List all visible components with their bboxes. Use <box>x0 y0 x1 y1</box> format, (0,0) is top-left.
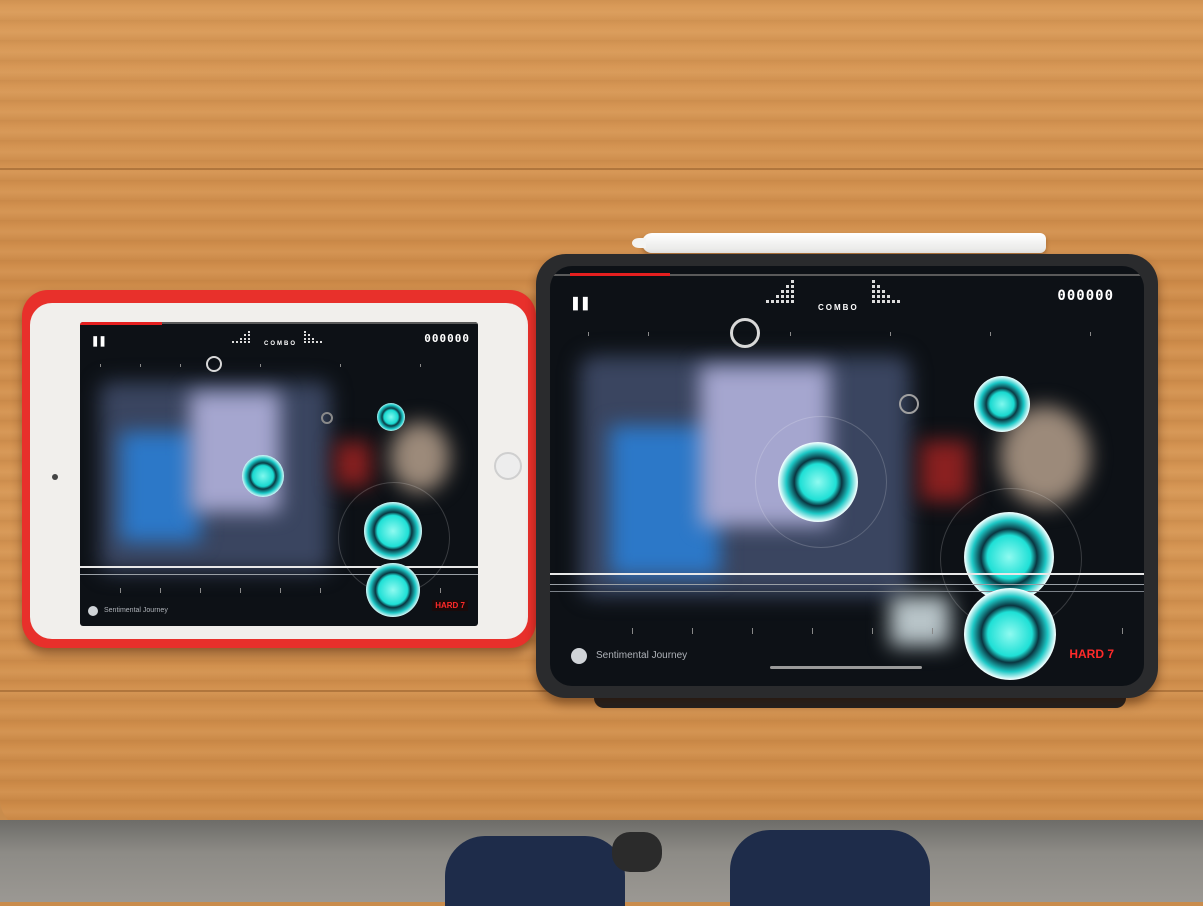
video-background <box>335 442 371 486</box>
beat-tick <box>180 364 181 367</box>
home-button[interactable] <box>494 452 522 480</box>
scan-line <box>550 573 1144 575</box>
beat-tick <box>648 332 649 336</box>
scan-line <box>550 584 1144 585</box>
song-title: Sentimental Journey <box>104 607 168 614</box>
tap-note[interactable] <box>964 588 1056 680</box>
beat-tick <box>588 332 589 336</box>
beat-tick <box>240 588 241 593</box>
score-counter: 000000 <box>424 332 470 345</box>
plank-seam <box>0 168 1203 170</box>
difficulty-label: HARD 7 <box>1069 647 1114 661</box>
beat-tick <box>1090 332 1091 336</box>
video-background <box>890 596 950 646</box>
beat-tick <box>890 332 891 336</box>
beat-tick <box>340 364 341 367</box>
song-disc-icon <box>88 606 98 616</box>
beat-tick <box>692 628 693 634</box>
beat-tick <box>872 628 873 634</box>
tap-note[interactable] <box>974 376 1030 432</box>
combo-label: COMBO <box>264 341 297 347</box>
song-progress-fill <box>570 273 670 276</box>
song-progress-fill <box>80 322 162 325</box>
score-counter: 000000 <box>1057 288 1114 304</box>
beat-tick <box>160 588 161 593</box>
song-disc-icon <box>571 648 587 664</box>
beat-tick <box>320 588 321 593</box>
pause-icon: ❚❚ <box>570 295 591 310</box>
beat-tick <box>752 628 753 634</box>
tap-note[interactable] <box>242 455 284 497</box>
beat-tick <box>990 332 991 336</box>
pause-button[interactable]: ❚❚ <box>91 336 107 347</box>
beat-tick <box>790 332 791 336</box>
beat-tick <box>440 588 441 593</box>
scan-line <box>550 591 1144 592</box>
approaching-note[interactable] <box>206 356 222 372</box>
beat-tick <box>280 588 281 593</box>
ipad-pro-screen[interactable]: ❚❚ COMBO 000000 Sentimental Journey HARD… <box>550 266 1144 686</box>
ipad-mini-screen[interactable]: ❚❚ COMBO 000000 Sentimental Journey HARD… <box>80 322 478 626</box>
tap-note[interactable] <box>366 563 420 617</box>
scan-line <box>80 574 478 575</box>
pencil-tip <box>632 238 646 248</box>
pause-button[interactable]: ❚❚ <box>570 295 591 311</box>
difficulty-label: HARD 7 <box>432 600 468 611</box>
beat-tick <box>120 588 121 593</box>
front-camera <box>52 474 58 480</box>
shoe <box>612 832 662 872</box>
beat-tick <box>100 364 101 367</box>
video-background <box>120 432 200 542</box>
beat-tick <box>1122 628 1123 634</box>
approaching-note[interactable] <box>899 394 919 414</box>
tap-note[interactable] <box>778 442 858 522</box>
home-indicator[interactable] <box>770 666 922 669</box>
song-title: Sentimental Journey <box>596 650 688 661</box>
scan-line <box>80 566 478 568</box>
approaching-note[interactable] <box>321 412 333 424</box>
beat-tick <box>260 364 261 367</box>
approaching-note[interactable] <box>730 318 760 348</box>
knee-right <box>730 830 930 906</box>
beat-tick <box>632 628 633 634</box>
tap-note[interactable] <box>364 502 422 560</box>
beat-tick <box>200 588 201 593</box>
knee-left <box>445 836 625 906</box>
beat-tick <box>420 364 421 367</box>
apple-pencil <box>632 233 1046 253</box>
beat-tick <box>812 628 813 634</box>
combo-label: COMBO <box>818 303 859 312</box>
tap-note[interactable] <box>377 403 405 431</box>
beat-tick <box>932 628 933 634</box>
beat-tick <box>140 364 141 367</box>
video-background <box>920 441 970 501</box>
pause-icon: ❚❚ <box>91 336 107 347</box>
